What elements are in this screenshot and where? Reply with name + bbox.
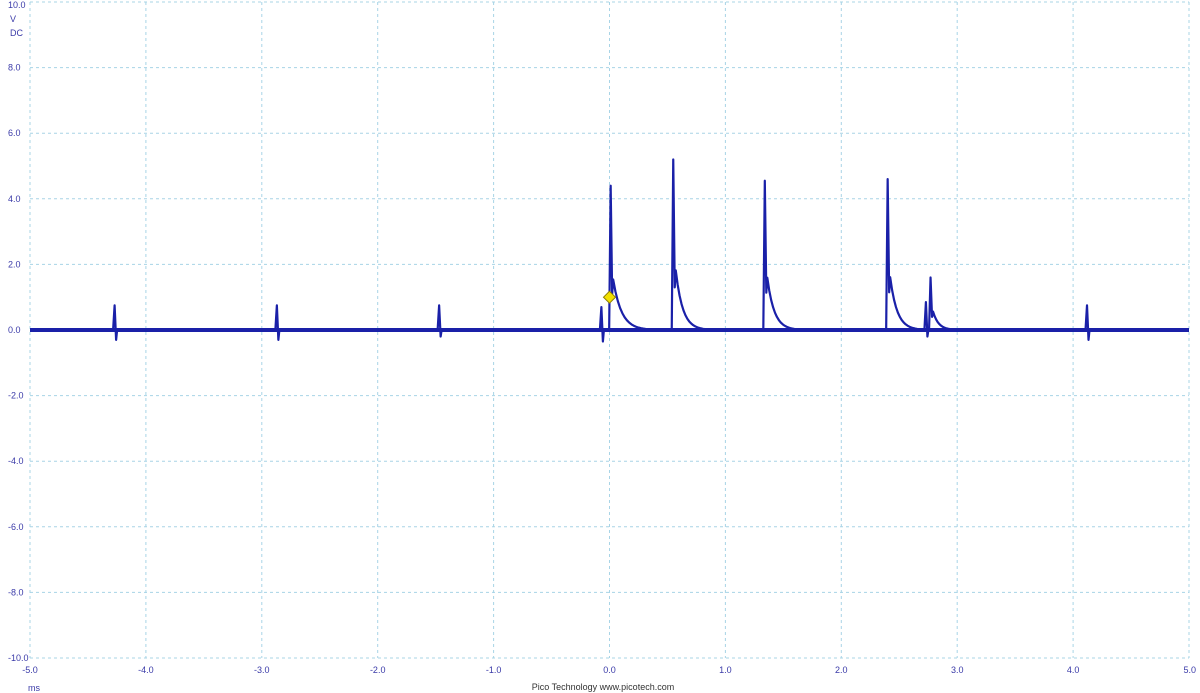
x-tick-label: 1.0	[719, 665, 732, 675]
x-unit-label: ms	[28, 683, 40, 693]
x-axis-labels: -5.0 -4.0 -3.0 -2.0 -1.0 0.0 1.0 2.0 3.0 4.0 5.0	[22, 665, 1196, 675]
trace-spike	[927, 276, 971, 332]
y-tick-label: -10.0	[8, 653, 29, 663]
x-tick-label: 3.0	[951, 665, 964, 675]
x-tick-label: 4.0	[1067, 665, 1080, 675]
x-tick-label: -4.0	[138, 665, 154, 675]
footer-brand: Pico Technology www.picotech.com	[532, 682, 674, 692]
trace-spike	[112, 304, 119, 341]
trigger-diamond-icon[interactable]	[602, 290, 617, 304]
x-tick-label: 5.0	[1183, 665, 1196, 675]
x-tick-label: 0.0	[603, 665, 616, 675]
y-tick-label: -2.0	[8, 391, 24, 401]
trace-spike	[274, 304, 281, 341]
y-tick-label: 10.0	[8, 0, 26, 10]
trace-spike	[608, 184, 669, 332]
y-tick-label: 0.0	[8, 325, 21, 335]
trace-spike	[762, 179, 814, 332]
y-unit-label: V	[10, 14, 16, 24]
y-tick-label: -6.0	[8, 522, 24, 532]
trigger-marker[interactable]	[602, 290, 617, 304]
signal-trace	[30, 158, 1189, 343]
y-tick-label: -8.0	[8, 587, 24, 597]
coupling-label: DC	[10, 28, 23, 38]
trace-spike	[1084, 304, 1091, 341]
trace-spike	[598, 305, 605, 343]
x-tick-label: -3.0	[254, 665, 270, 675]
x-tick-label: 2.0	[835, 665, 848, 675]
y-tick-label: 4.0	[8, 194, 21, 204]
y-tick-label: 6.0	[8, 128, 21, 138]
x-tick-label: -2.0	[370, 665, 386, 675]
y-axis-labels: 10.0 8.0 6.0 4.0 2.0 0.0 -2.0 -4.0 -6.0 -8.0 -10.0	[8, 0, 29, 663]
y-tick-label: 2.0	[8, 259, 21, 269]
oscilloscope-chart: 10.0 8.0 6.0 4.0 2.0 0.0 -2.0 -4.0 -6.0 -8.0 -10.0…	[8, 0, 1196, 693]
y-tick-label: -4.0	[8, 456, 24, 466]
y-tick-label: 8.0	[8, 63, 21, 73]
trace-spike	[670, 158, 723, 332]
x-tick-label: -1.0	[486, 665, 502, 675]
x-tick-label: -5.0	[22, 665, 38, 675]
